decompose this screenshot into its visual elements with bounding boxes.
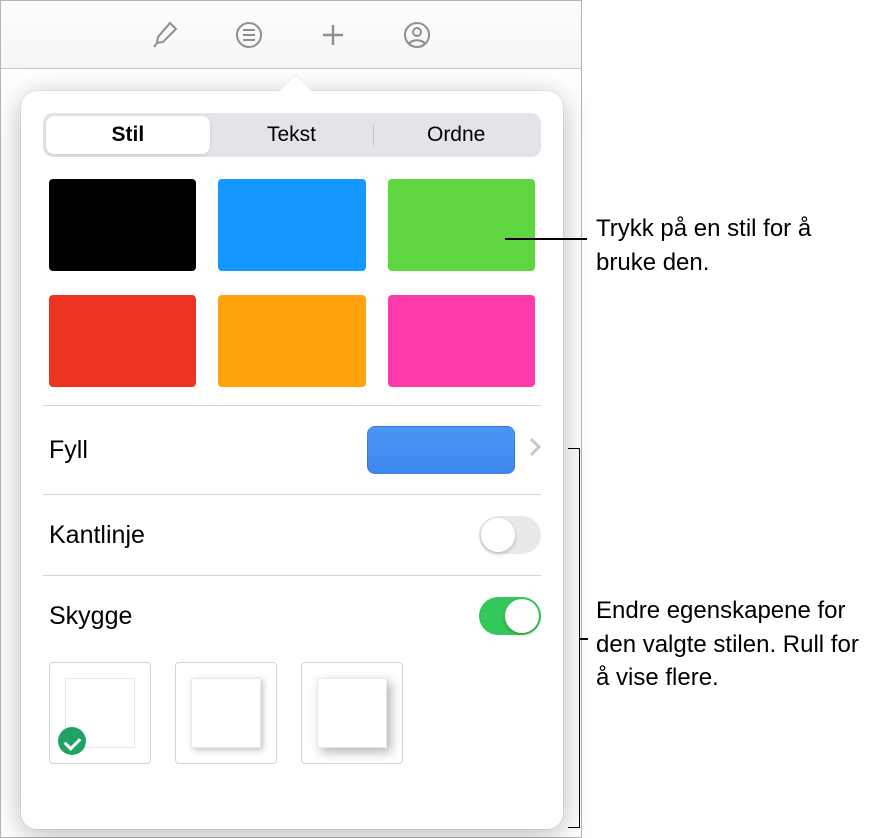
shadow-row-header: Skygge [21, 576, 563, 656]
toolbar [1, 1, 581, 69]
shadow-label: Skygge [49, 602, 479, 631]
list-icon[interactable] [227, 13, 271, 57]
style-swatch-blue[interactable] [218, 179, 365, 271]
tab-label: Stil [112, 123, 145, 147]
format-popover: Stil Tekst Ordne Fyll [21, 91, 563, 829]
app-frame: Stil Tekst Ordne Fyll [0, 0, 582, 838]
tab-label: Tekst [267, 123, 316, 147]
style-swatch-green[interactable] [388, 179, 535, 271]
style-swatch-black[interactable] [49, 179, 196, 271]
style-swatch-pink[interactable] [388, 295, 535, 387]
callout-properties: Endre egenskapene for den valgte stilen.… [596, 594, 866, 695]
style-swatch-orange[interactable] [218, 295, 365, 387]
border-label: Kantlinje [49, 521, 479, 550]
tab-text[interactable]: Tekst [210, 116, 374, 154]
callout-line [580, 638, 588, 640]
style-swatch-grid [21, 179, 563, 405]
border-toggle[interactable] [479, 516, 541, 554]
fill-row[interactable]: Fyll [21, 406, 563, 494]
style-swatch-red[interactable] [49, 295, 196, 387]
shadow-toggle[interactable] [479, 597, 541, 635]
callout-line [505, 238, 587, 240]
paint-brush-icon[interactable] [143, 13, 187, 57]
tab-style[interactable]: Stil [46, 116, 210, 154]
callout-style-tap: Trykk på en stil for å bruke den. [596, 212, 856, 279]
callout-bracket [568, 448, 580, 828]
collaborate-icon[interactable] [395, 13, 439, 57]
chevron-right-icon [529, 437, 541, 463]
tab-arrange[interactable]: Ordne [374, 116, 538, 154]
toggle-knob [481, 518, 515, 552]
plus-icon[interactable] [311, 13, 355, 57]
border-row: Kantlinje [21, 495, 563, 575]
shadow-preset-drop[interactable] [301, 662, 403, 764]
fill-color-swatch[interactable] [367, 426, 515, 474]
shadow-preset-none[interactable] [49, 662, 151, 764]
toggle-knob [505, 599, 539, 633]
tab-label: Ordne [427, 123, 485, 147]
shadow-presets [21, 656, 563, 782]
shadow-preset-soft[interactable] [175, 662, 277, 764]
fill-label: Fyll [49, 436, 367, 465]
segmented-control: Stil Tekst Ordne [43, 113, 541, 157]
